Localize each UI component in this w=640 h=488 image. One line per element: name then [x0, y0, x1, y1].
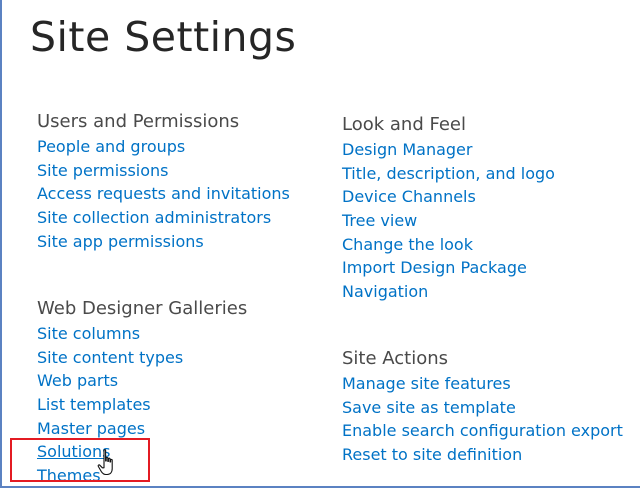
list-item: Reset to site definition	[342, 443, 623, 467]
list-item: Enable search configuration export	[342, 419, 623, 443]
section-heading: Users and Permissions	[37, 111, 240, 132]
link-manage-site-features[interactable]: Manage site features	[342, 374, 511, 393]
list-item: List templates	[37, 393, 247, 417]
link-site-columns[interactable]: Site columns	[37, 324, 140, 343]
link-list: Manage site features Save site as templa…	[342, 372, 623, 467]
link-site-collection-admins[interactable]: Site collection administrators	[37, 208, 271, 227]
list-item: Manage site features	[342, 372, 623, 396]
link-list: People and groups Site permissions Acces…	[37, 135, 290, 253]
list-item: Design Manager	[342, 138, 555, 162]
link-site-content-types[interactable]: Site content types	[37, 348, 183, 367]
list-item: Site collection administrators	[37, 206, 290, 230]
link-design-manager[interactable]: Design Manager	[342, 140, 472, 159]
list-item: Site content types	[37, 346, 247, 370]
list-item: Access requests and invitations	[37, 182, 290, 206]
link-save-site-as-template[interactable]: Save site as template	[342, 398, 516, 417]
list-item: Device Channels	[342, 185, 555, 209]
list-item: Navigation	[342, 280, 555, 304]
list-item: Save site as template	[342, 396, 623, 420]
list-item: People and groups	[37, 135, 290, 159]
link-list: Site columns Site content types Web part…	[37, 322, 247, 488]
list-item: Tree view	[342, 209, 555, 233]
link-navigation[interactable]: Navigation	[342, 282, 428, 301]
section-heading: Web Designer Galleries	[37, 298, 248, 319]
link-site-app-permissions[interactable]: Site app permissions	[37, 232, 204, 251]
link-tree-view[interactable]: Tree view	[342, 211, 417, 230]
link-device-channels[interactable]: Device Channels	[342, 187, 476, 206]
hand-pointer-icon	[97, 449, 113, 476]
link-import-design-package[interactable]: Import Design Package	[342, 258, 527, 277]
section-site-actions: Site Actions Manage site features Save s…	[342, 347, 623, 467]
link-master-pages[interactable]: Master pages	[37, 419, 145, 438]
link-title-description-logo[interactable]: Title, description, and logo	[342, 164, 555, 183]
link-list: Design Manager Title, description, and l…	[342, 138, 555, 304]
link-list-templates[interactable]: List templates	[37, 395, 151, 414]
link-site-permissions[interactable]: Site permissions	[37, 161, 169, 180]
list-item: Site app permissions	[37, 230, 290, 254]
list-item: Title, description, and logo	[342, 162, 555, 186]
link-enable-search-config-export[interactable]: Enable search configuration export	[342, 421, 623, 440]
link-access-requests[interactable]: Access requests and invitations	[37, 184, 290, 203]
list-item: Themes	[37, 464, 247, 488]
settings-page-frame: Site Settings Users and Permissions Peop…	[0, 0, 640, 488]
section-heading: Site Actions	[342, 348, 449, 369]
list-item: Change the look	[342, 233, 555, 257]
list-item: Solutions	[37, 440, 247, 464]
link-themes[interactable]: Themes	[37, 466, 101, 485]
link-change-the-look[interactable]: Change the look	[342, 235, 473, 254]
section-web-designer-galleries: Web Designer Galleries Site columns Site…	[37, 297, 247, 488]
list-item: Import Design Package	[342, 256, 555, 280]
link-web-parts[interactable]: Web parts	[37, 371, 118, 390]
list-item: Site permissions	[37, 159, 290, 183]
section-users-and-permissions: Users and Permissions People and groups …	[37, 110, 290, 253]
section-heading: Look and Feel	[342, 114, 466, 135]
link-reset-to-site-definition[interactable]: Reset to site definition	[342, 445, 522, 464]
section-look-and-feel: Look and Feel Design Manager Title, desc…	[342, 113, 555, 304]
list-item: Web parts	[37, 369, 247, 393]
page-title: Site Settings	[30, 13, 297, 61]
list-item: Master pages	[37, 417, 247, 441]
list-item: Site columns	[37, 322, 247, 346]
link-people-and-groups[interactable]: People and groups	[37, 137, 185, 156]
